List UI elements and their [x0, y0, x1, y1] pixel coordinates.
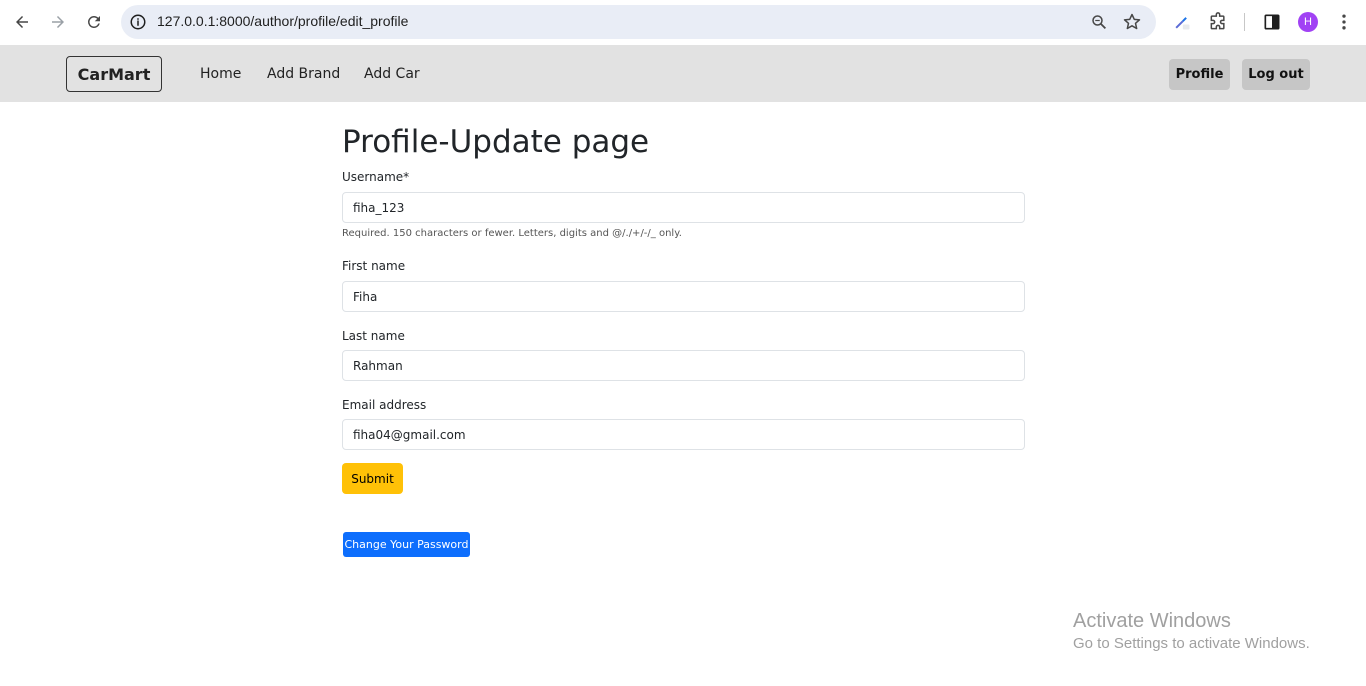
nav-link-add-car[interactable]: Add Car [364, 66, 420, 82]
extension-icon[interactable] [1172, 12, 1192, 32]
submit-button[interactable]: Submit [342, 463, 403, 494]
brand-link[interactable]: CarMart [66, 56, 162, 92]
activate-windows-watermark: Activate Windows Go to Settings to activ… [1073, 610, 1310, 652]
info-icon[interactable] [129, 13, 147, 31]
email-label: Email address [342, 398, 427, 412]
watermark-title: Activate Windows [1073, 610, 1231, 632]
menu-dots-icon[interactable] [1334, 12, 1354, 32]
puzzle-icon[interactable] [1208, 12, 1228, 32]
nav-link-home[interactable]: Home [200, 66, 241, 82]
site-navbar: CarMart Home Add Brand Add Car Profile L… [0, 45, 1366, 102]
last-name-label: Last name [342, 329, 405, 343]
username-help-text: Required. 150 characters or fewer. Lette… [342, 228, 682, 239]
page-title: Profile-Update page [342, 124, 650, 160]
star-icon[interactable] [1122, 12, 1142, 32]
back-arrow-icon[interactable] [4, 4, 40, 40]
watermark-subtitle: Go to Settings to activate Windows. [1073, 635, 1310, 652]
first-name-label: First name [342, 259, 406, 273]
last-name-input[interactable] [342, 350, 1025, 381]
url-text[interactable]: 127.0.0.1:8000/author/profile/edit_profi… [157, 13, 408, 29]
profile-button[interactable]: Profile [1169, 59, 1230, 90]
reload-icon[interactable] [76, 4, 112, 40]
forward-arrow-icon[interactable] [40, 4, 76, 40]
username-label: Username* [342, 170, 410, 184]
nav-link-add-brand[interactable]: Add Brand [267, 66, 340, 82]
change-password-button[interactable]: Change Your Password [343, 532, 470, 557]
email-input[interactable] [342, 419, 1025, 450]
logout-button[interactable]: Log out [1242, 59, 1310, 90]
sidepanel-icon[interactable] [1262, 12, 1282, 32]
toolbar-divider [1244, 13, 1245, 31]
address-bar[interactable]: 127.0.0.1:8000/author/profile/edit_profi… [121, 5, 1156, 39]
first-name-input[interactable] [342, 281, 1025, 312]
zoom-icon[interactable] [1090, 13, 1108, 31]
browser-toolbar: 127.0.0.1:8000/author/profile/edit_profi… [0, 0, 1366, 45]
avatar[interactable]: H [1298, 12, 1318, 32]
username-input[interactable] [342, 192, 1025, 223]
